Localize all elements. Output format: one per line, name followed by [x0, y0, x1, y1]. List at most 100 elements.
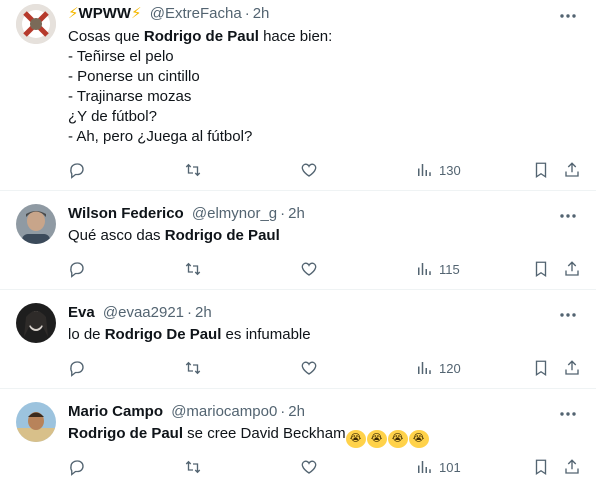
separator-dot: · — [280, 403, 286, 420]
retweet-icon — [185, 460, 201, 474]
bookmark-icon — [535, 261, 547, 278]
more-horizontal-icon[interactable] — [558, 305, 578, 325]
bookmark-button[interactable] — [532, 457, 550, 477]
like-icon — [301, 460, 317, 474]
user-handle[interactable]: @mariocampo0 — [171, 403, 277, 420]
tweet-header: Mario Campo @mariocampo0 · 2h — [68, 402, 305, 422]
reply-button[interactable] — [68, 457, 86, 477]
share-button[interactable] — [563, 259, 581, 279]
like-button[interactable] — [300, 259, 318, 279]
views-icon — [418, 362, 431, 374]
tweet-actions: 130 — [0, 160, 596, 180]
like-button[interactable] — [300, 358, 318, 378]
like-button[interactable] — [300, 457, 318, 477]
bolt-icon: ⚡ — [68, 5, 79, 22]
views-icon — [418, 461, 431, 473]
bookmark-icon — [535, 360, 547, 377]
crying-face-emoji: 😭 — [366, 430, 387, 448]
timeline-feed: ⚡WPWW⚡ @ExtreFacha · 2h Cosas que Rodrigo … — [0, 0, 596, 487]
retweet-button[interactable] — [184, 358, 202, 378]
avatar[interactable] — [16, 303, 56, 343]
tweet-line: ¿Y de fútbol? — [68, 108, 157, 125]
like-button[interactable] — [300, 160, 318, 180]
tweet-line: Cosas que Rodrigo de Paul hace bien: — [68, 28, 333, 45]
tweet-actions: 120 — [0, 358, 596, 378]
crying-face-emoji: 😭 — [387, 430, 408, 448]
view-count: 130 — [439, 162, 461, 178]
tweet-header: ⚡WPWW⚡ @ExtreFacha · 2h — [68, 4, 269, 24]
display-name[interactable]: Wilson Federico — [68, 205, 184, 222]
share-icon — [565, 360, 579, 375]
reply-button[interactable] — [68, 160, 86, 180]
bolt-icon: ⚡ — [131, 5, 142, 22]
tweet[interactable]: Eva @evaa2921 · 2h lo de Rodrigo De Paul e… — [0, 290, 596, 389]
crying-face-emoji: 😭 — [345, 430, 366, 448]
views-button[interactable]: 115 — [415, 259, 460, 279]
reply-icon — [70, 262, 84, 278]
avatar-image — [16, 303, 56, 343]
retweet-button[interactable] — [184, 160, 202, 180]
share-button[interactable] — [563, 160, 581, 180]
views-button[interactable]: 101 — [415, 457, 461, 477]
user-handle[interactable]: @ExtreFacha — [150, 5, 242, 22]
view-count: 120 — [439, 360, 461, 376]
tweet[interactable]: Wilson Federico @elmynor_g · 2h Qué asco d… — [0, 191, 596, 290]
bookmark-button[interactable] — [532, 160, 550, 180]
avatar-image — [16, 402, 56, 442]
bookmark-icon — [535, 162, 547, 179]
user-handle[interactable]: @elmynor_g — [192, 205, 277, 222]
avatar-image — [16, 204, 56, 244]
tweet-line: Qué asco das Rodrigo de Paul — [68, 227, 280, 244]
reply-button[interactable] — [68, 259, 86, 279]
like-icon — [301, 361, 317, 375]
tweet-actions: 101 — [0, 457, 596, 477]
retweet-button[interactable] — [184, 457, 202, 477]
share-button[interactable] — [563, 457, 581, 477]
timestamp[interactable]: 2h — [288, 205, 305, 222]
avatar-image — [16, 4, 56, 44]
display-name[interactable]: WPWW — [79, 5, 131, 22]
tweet-header: Eva @evaa2921 · 2h — [68, 303, 212, 323]
tweet-text: Rodrigo de Paul se cree David Beckham 😭 😭 😭… — [68, 424, 430, 448]
views-icon — [418, 164, 431, 176]
tweet-header: Wilson Federico @elmynor_g · 2h — [68, 204, 305, 224]
reply-button[interactable] — [68, 358, 86, 378]
tweet-line: lo de Rodrigo De Paul es infumable — [68, 326, 311, 343]
retweet-icon — [185, 262, 201, 276]
bookmark-button[interactable] — [532, 358, 550, 378]
like-icon — [301, 163, 317, 177]
display-name[interactable]: Mario Campo — [68, 403, 163, 420]
reply-icon — [70, 460, 84, 476]
timestamp[interactable]: 2h — [195, 304, 212, 321]
more-horizontal-icon[interactable] — [558, 404, 578, 424]
tweet-text: lo de Rodrigo De Paul es infumable — [68, 325, 311, 345]
views-button[interactable]: 130 — [415, 160, 461, 180]
views-button[interactable]: 120 — [415, 358, 461, 378]
share-icon — [565, 459, 579, 474]
avatar[interactable] — [16, 402, 56, 442]
timestamp[interactable]: 2h — [288, 403, 305, 420]
display-name[interactable]: Eva — [68, 304, 95, 321]
more-horizontal-icon[interactable] — [558, 6, 578, 26]
views-icon — [418, 263, 431, 275]
more-horizontal-icon[interactable] — [558, 206, 578, 226]
timestamp[interactable]: 2h — [253, 5, 270, 22]
tweet[interactable]: Mario Campo @mariocampo0 · 2h Rodrigo de P… — [0, 389, 596, 487]
bookmark-button[interactable] — [532, 259, 550, 279]
retweet-icon — [185, 361, 201, 375]
tweet[interactable]: ⚡WPWW⚡ @ExtreFacha · 2h Cosas que Rodrigo … — [0, 0, 596, 191]
view-count: 101 — [439, 459, 461, 475]
tweet-line: - Trajinarse mozas — [68, 88, 192, 105]
tweet-text: Qué asco das Rodrigo de Paul — [68, 226, 280, 246]
avatar[interactable] — [16, 204, 56, 244]
tweet-line: - Ponerse un cintillo — [68, 68, 200, 85]
tweet-line: - Teñirse el pelo — [68, 48, 174, 65]
reply-icon — [70, 163, 84, 179]
share-button[interactable] — [563, 358, 581, 378]
retweet-button[interactable] — [184, 259, 202, 279]
crying-face-emoji: 😭 — [408, 430, 429, 448]
tweet-line: Rodrigo de Paul se cree David Beckham 😭 😭 😭… — [68, 424, 430, 448]
user-handle[interactable]: @evaa2921 — [103, 304, 184, 321]
tweet-line: - Ah, pero ¿Juega al fútbol? — [68, 128, 253, 145]
avatar[interactable] — [16, 4, 56, 44]
